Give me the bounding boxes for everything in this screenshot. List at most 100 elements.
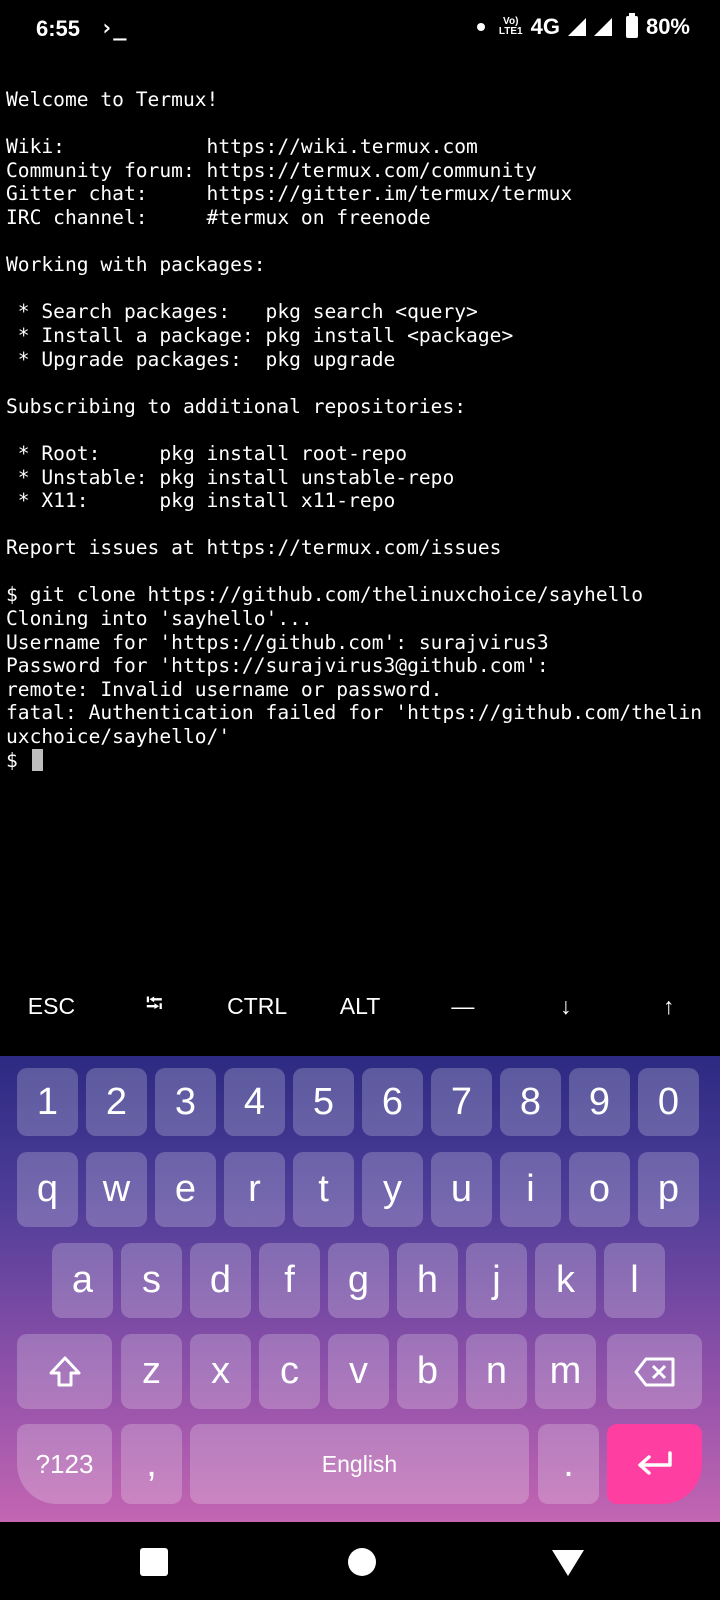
- terminal-line: Password for 'https://surajvirus3@github…: [6, 654, 549, 678]
- signal-icon: [567, 18, 586, 36]
- notification-dot-icon: [476, 23, 485, 31]
- period-key[interactable]: .: [538, 1424, 599, 1504]
- key-h[interactable]: h: [397, 1243, 458, 1318]
- terminal-line: Gitter chat: https://gitter.im/termux/te…: [6, 182, 573, 206]
- key-2[interactable]: 2: [86, 1068, 147, 1136]
- key-x[interactable]: x: [190, 1334, 251, 1409]
- backspace-icon: [634, 1357, 674, 1386]
- key-k[interactable]: k: [535, 1243, 596, 1318]
- termux-notification-icon: ›_: [100, 16, 127, 41]
- terminal-line: * Root: pkg install root-repo: [6, 441, 408, 465]
- comma-key[interactable]: ,: [121, 1424, 182, 1504]
- status-bar: 6:55 ›_ Vo) LTE1 4G 80%: [0, 0, 720, 64]
- key-j[interactable]: j: [466, 1243, 527, 1318]
- key-u[interactable]: u: [431, 1152, 492, 1227]
- battery-icon: [625, 13, 638, 38]
- terminal-line: Community forum: https://termux.com/comm…: [6, 158, 537, 182]
- key-p[interactable]: p: [638, 1152, 699, 1227]
- key-0[interactable]: 0: [638, 1068, 699, 1136]
- key-q[interactable]: q: [17, 1152, 78, 1227]
- signal-icon-2: [593, 18, 612, 36]
- key-f[interactable]: f: [259, 1243, 320, 1318]
- symbols-key[interactable]: ?123: [17, 1424, 112, 1504]
- key-4[interactable]: 4: [224, 1068, 285, 1136]
- navigation-bar: [0, 1522, 720, 1600]
- terminal-prompt-line[interactable]: $: [6, 748, 718, 773]
- esc-key[interactable]: ESC: [0, 968, 103, 1044]
- key-o[interactable]: o: [569, 1152, 630, 1227]
- key-v[interactable]: v: [328, 1334, 389, 1409]
- network-type: 4G: [530, 14, 560, 39]
- key-t[interactable]: t: [293, 1152, 354, 1227]
- soft-keyboard: ?123 , English . 1234567890 qwertyuiop asd…: [0, 1056, 720, 1522]
- terminal-line: uxchoice/sayhello/': [6, 725, 231, 749]
- terminal-line: remote: Invalid username or password.: [6, 677, 443, 701]
- terminal-line: Working with packages:: [6, 253, 266, 277]
- key-1[interactable]: 1: [17, 1068, 78, 1136]
- extra-keys-row: ESC ⭾ CTRL ALT — ↓ ↑: [0, 968, 720, 1044]
- terminal-line: Report issues at https://termux.com/issu…: [6, 536, 502, 560]
- recent-apps-icon[interactable]: [140, 1548, 168, 1576]
- terminal-line: * Upgrade packages: pkg upgrade: [6, 347, 396, 371]
- text-cursor: [31, 748, 43, 771]
- terminal-line: Cloning into 'sayhello'...: [6, 607, 313, 631]
- key-9[interactable]: 9: [569, 1068, 630, 1136]
- back-icon[interactable]: [552, 1550, 584, 1576]
- terminal-line: * Install a package: pkg install <packag…: [6, 323, 514, 347]
- key-m[interactable]: m: [535, 1334, 596, 1409]
- key-e[interactable]: e: [155, 1152, 216, 1227]
- enter-key[interactable]: [607, 1424, 702, 1504]
- key-6[interactable]: 6: [362, 1068, 423, 1136]
- volte-icon: Vo) LTE1: [498, 16, 523, 37]
- arrow-up-key[interactable]: ↑: [617, 968, 720, 1044]
- backspace-key[interactable]: [607, 1334, 702, 1409]
- dash-key[interactable]: —: [411, 968, 514, 1044]
- terminal-line: IRC channel: #termux on freenode: [6, 205, 431, 229]
- terminal-line: fatal: Authentication failed for 'https:…: [6, 701, 702, 725]
- key-i[interactable]: i: [500, 1152, 561, 1227]
- shift-icon: [49, 1356, 80, 1386]
- ctrl-key[interactable]: CTRL: [206, 968, 309, 1044]
- key-b[interactable]: b: [397, 1334, 458, 1409]
- key-s[interactable]: s: [121, 1243, 182, 1318]
- status-time: 6:55: [36, 16, 81, 41]
- prompt: $: [6, 748, 30, 772]
- key-d[interactable]: d: [190, 1243, 251, 1318]
- key-n[interactable]: n: [466, 1334, 527, 1409]
- battery-percent: 80%: [645, 14, 690, 39]
- alt-key[interactable]: ALT: [309, 968, 412, 1044]
- key-y[interactable]: y: [362, 1152, 423, 1227]
- key-r[interactable]: r: [224, 1152, 285, 1227]
- key-w[interactable]: w: [86, 1152, 147, 1227]
- shift-key[interactable]: [17, 1334, 112, 1409]
- home-icon[interactable]: [348, 1548, 376, 1576]
- key-c[interactable]: c: [259, 1334, 320, 1409]
- arrow-down-key[interactable]: ↓: [514, 968, 617, 1044]
- key-g[interactable]: g: [328, 1243, 389, 1318]
- tab-key[interactable]: ⭾: [103, 968, 206, 1044]
- terminal-line: Subscribing to additional repositories:: [6, 394, 467, 418]
- key-l[interactable]: l: [604, 1243, 665, 1318]
- key-7[interactable]: 7: [431, 1068, 492, 1136]
- terminal-line: Welcome to Termux!: [6, 88, 219, 111]
- space-key[interactable]: English: [190, 1424, 529, 1504]
- terminal-line: Username for 'https://github.com': suraj…: [6, 630, 549, 654]
- status-indicators: Vo) LTE1 4G 80%: [476, 13, 690, 40]
- terminal-line: * X11: pkg install x11-repo: [6, 489, 396, 513]
- terminal-line: $ git clone https://github.com/thelinuxc…: [6, 583, 644, 607]
- key-a[interactable]: a: [52, 1243, 113, 1318]
- key-8[interactable]: 8: [500, 1068, 561, 1136]
- key-3[interactable]: 3: [155, 1068, 216, 1136]
- enter-icon: [637, 1451, 672, 1475]
- terminal-line: * Search packages: pkg search <query>: [6, 300, 478, 324]
- terminal-output[interactable]: Welcome to Termux! Wiki: https://wiki.ter…: [6, 88, 718, 988]
- key-z[interactable]: z: [121, 1334, 182, 1409]
- terminal-line: Wiki: https://wiki.termux.com: [6, 135, 478, 159]
- key-5[interactable]: 5: [293, 1068, 354, 1136]
